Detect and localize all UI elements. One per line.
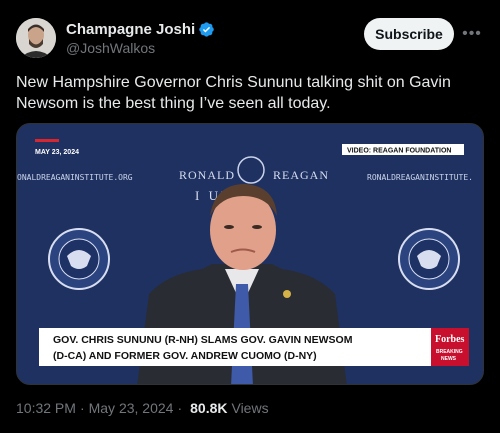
- tweet-time[interactable]: 10:32 PM: [16, 400, 76, 416]
- chyron-line-1: GOV. CHRIS SUNUNU (R-NH) SLAMS GOV. GAVI…: [53, 334, 353, 346]
- brand-name: Forbes: [435, 334, 465, 345]
- backdrop-url-left: ONALDREAGANINSTITUTE.ORG: [17, 173, 133, 182]
- subscribe-button[interactable]: Subscribe: [364, 18, 454, 50]
- author-display-name[interactable]: Champagne Joshi: [66, 21, 195, 38]
- meta-separator: ·: [79, 400, 85, 416]
- tweet-meta: 10:32 PM · May 23, 2024 · 80.8K Views: [16, 400, 269, 416]
- views-label: Views: [231, 400, 269, 416]
- video-player[interactable]: MAY 23, 2024 VIDEO: REAGAN FOUNDATION ON…: [16, 123, 484, 385]
- video-frame: MAY 23, 2024 VIDEO: REAGAN FOUNDATION ON…: [17, 124, 483, 384]
- person-avatar-icon: [16, 18, 56, 58]
- right-seal-icon: [398, 228, 460, 290]
- more-icon[interactable]: •••: [460, 22, 484, 46]
- chyron-line-2: (D-CA) AND FORMER GOV. ANDREW CUOMO (D-N…: [53, 350, 317, 362]
- meta-separator-2: ·: [177, 400, 183, 416]
- left-seal-icon: [48, 228, 110, 290]
- tweet-text: New Hampshire Governor Chris Sununu talk…: [16, 74, 451, 112]
- backdrop-url-right: RONALDREAGANINSTITUTE.: [367, 173, 473, 182]
- brand-sub-2: NEWS: [441, 356, 457, 362]
- views-count[interactable]: 80.8K: [190, 400, 227, 416]
- author-name-row[interactable]: Champagne Joshi: [66, 20, 215, 38]
- date-tag: MAY 23, 2024: [35, 149, 79, 156]
- tweet-date[interactable]: May 23, 2024: [89, 400, 174, 416]
- author-avatar[interactable]: [16, 18, 56, 58]
- accent-bar: [35, 139, 59, 142]
- brand-sub-1: BREAKING: [436, 349, 463, 355]
- author-handle[interactable]: @JoshWalkos: [66, 40, 155, 56]
- verified-badge-icon: [199, 21, 214, 37]
- tweet-header: Champagne Joshi @JoshWalkos Subscribe ••…: [0, 0, 500, 64]
- institute-word-left: RONALD: [179, 168, 235, 182]
- source-tag: VIDEO: REAGAN FOUNDATION: [347, 148, 451, 155]
- institute-word-right: REAGAN: [273, 168, 329, 182]
